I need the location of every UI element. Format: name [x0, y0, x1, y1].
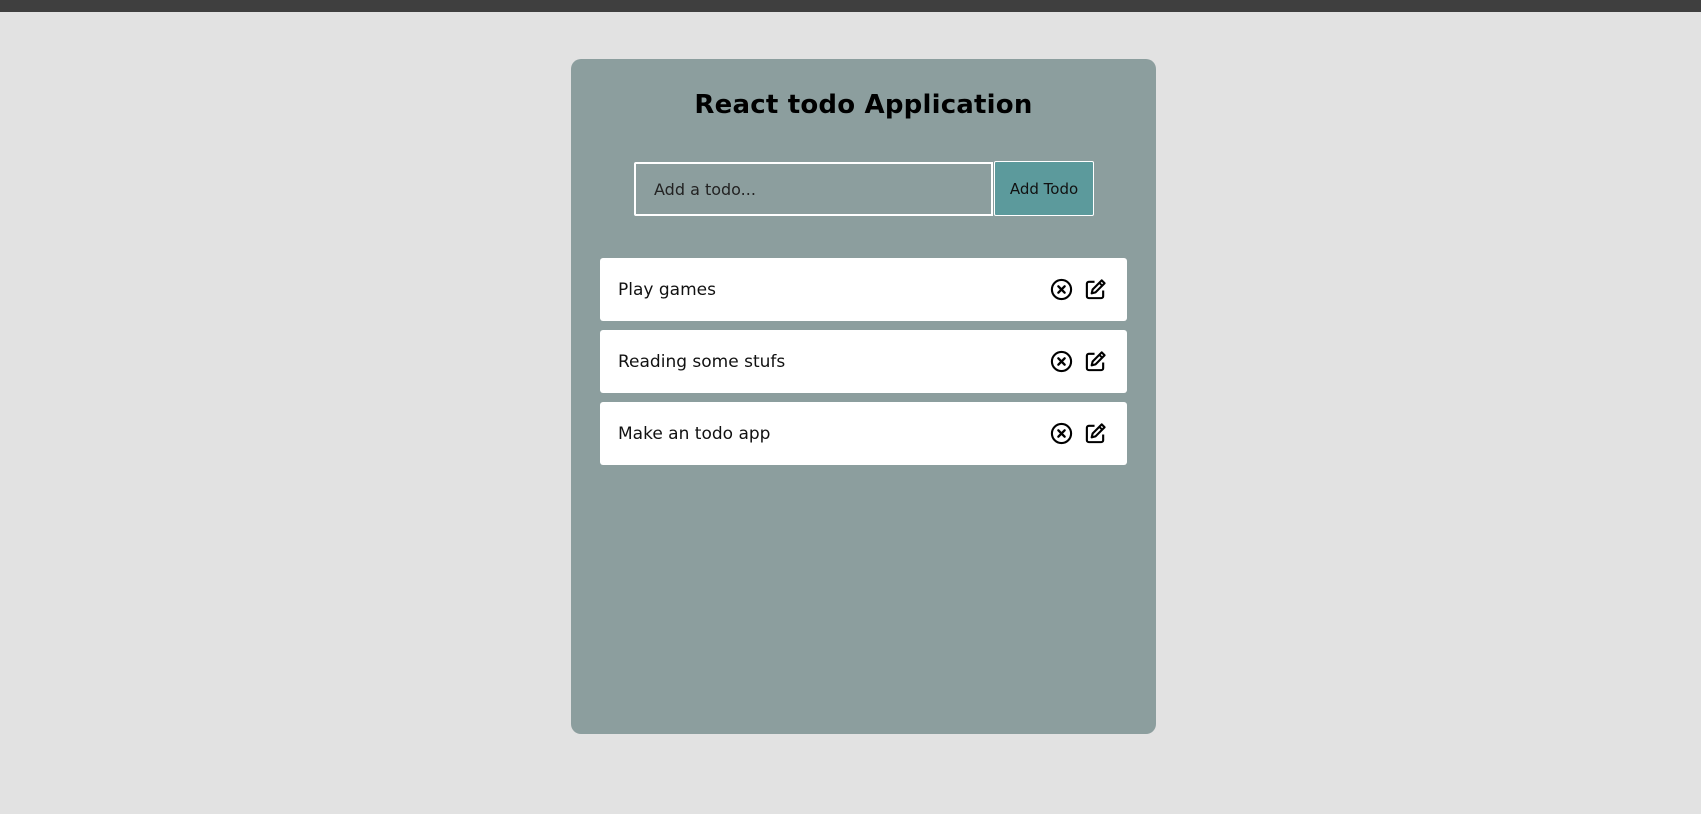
delete-icon[interactable]	[1049, 277, 1074, 302]
edit-icon[interactable]	[1083, 421, 1108, 446]
todo-item-text[interactable]: Make an todo app	[618, 424, 770, 444]
todo-item-text[interactable]: Reading some stufs	[618, 352, 785, 372]
todo-actions	[1049, 349, 1108, 374]
todo-actions	[1049, 277, 1108, 302]
edit-icon[interactable]	[1083, 349, 1108, 374]
edit-icon[interactable]	[1083, 277, 1108, 302]
page-title: React todo Application	[694, 90, 1033, 120]
todo-input[interactable]	[634, 162, 993, 216]
delete-icon[interactable]	[1049, 421, 1074, 446]
todo-item-text[interactable]: Play games	[618, 280, 716, 300]
browser-top-strip	[0, 0, 1701, 12]
todo-card: React todo Application Add Todo Play gam…	[571, 59, 1156, 734]
delete-icon[interactable]	[1049, 349, 1074, 374]
todo-item: Play games	[600, 258, 1127, 321]
todo-actions	[1049, 421, 1108, 446]
add-todo-button[interactable]: Add Todo	[994, 161, 1094, 216]
todo-item: Make an todo app	[600, 402, 1127, 465]
todo-item: Reading some stufs	[600, 330, 1127, 393]
todo-list: Play games Reading some stufs Make an to…	[600, 258, 1127, 474]
todo-form: Add Todo	[634, 161, 1094, 216]
